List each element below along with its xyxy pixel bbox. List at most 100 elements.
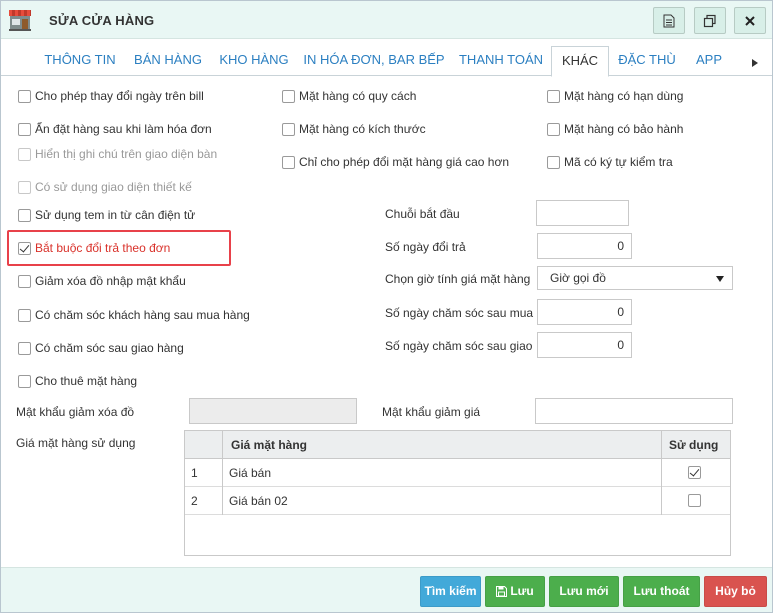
checkbox[interactable] (18, 374, 31, 388)
tab-scroll-right-icon[interactable] (752, 59, 758, 67)
save-button-label: Lưu (510, 584, 534, 598)
checkbox[interactable] (18, 208, 31, 222)
option-label: Mặt hàng có bảo hành (564, 122, 684, 136)
checkbox[interactable] (547, 122, 560, 136)
option-design-interface: Có sử dụng giao diện thiết kế (18, 178, 192, 196)
care-after-buy-label: Số ngày chăm sóc sau mua (385, 306, 534, 320)
option-hide-order-after-invoice[interactable]: Ẩn đặt hàng sau khi làm hóa đơn (18, 120, 212, 138)
restore-window-icon (703, 14, 716, 27)
option-delete-requires-password[interactable]: Giảm xóa đồ nhập mật khẩu (18, 272, 186, 290)
tab-print-invoice[interactable]: IN HÓA ĐƠN, BAR BẾP (301, 46, 447, 76)
checkbox[interactable] (18, 308, 31, 322)
checkbox[interactable] (547, 89, 560, 103)
floppy-disk-icon (496, 586, 508, 597)
option-label: Hiển thị ghi chú trên giao diện bàn (35, 147, 218, 161)
option-label: Có chăm sóc sau giao hàng (35, 341, 184, 355)
column-divider (661, 431, 662, 515)
save-exit-button[interactable]: Lưu thoát (623, 576, 700, 607)
close-icon (745, 15, 755, 26)
checkbox[interactable] (18, 274, 31, 288)
price-table: Giá mặt hàng Sử dụng 1 Giá bán 2 Giá bán… (184, 430, 731, 556)
option-show-table-notes: Hiển thị ghi chú trên giao diện bàn (18, 145, 217, 163)
checkbox[interactable] (282, 155, 295, 169)
column-divider (222, 431, 223, 515)
chevron-down-icon (716, 276, 724, 282)
tab-sales[interactable]: BÁN HÀNG (128, 46, 208, 76)
discount-password-input[interactable] (535, 398, 733, 424)
option-label: Cho phép thay đổi ngày trên bill (35, 89, 204, 103)
return-days-label: Số ngày đổi trả (385, 240, 466, 254)
delete-password-label: Mật khẩu giảm xóa đồ (16, 405, 135, 419)
checkbox[interactable] (18, 122, 31, 136)
option-label: Bắt buộc đổi trả theo đơn (35, 241, 171, 255)
column-header-used: Sử dụng (669, 438, 719, 452)
option-customer-care-after-purchase[interactable]: Có chăm sóc khách hàng sau mua hàng (18, 306, 250, 324)
option-label: Mặt hàng có kích thước (299, 122, 426, 136)
option-label: Mặt hàng có quy cách (299, 89, 417, 103)
search-button-label: Tìm kiếm (424, 584, 477, 598)
checkbox[interactable] (282, 122, 295, 136)
option-care-after-delivery[interactable]: Có chăm sóc sau giao hàng (18, 339, 184, 357)
option-label: Sử dụng tem in từ cân điện tử (35, 208, 196, 222)
dialog-title: SỬA CỬA HÀNG (49, 13, 155, 28)
care-after-ship-input[interactable] (537, 332, 632, 358)
cancel-button-label: Hủy bỏ (715, 584, 756, 598)
start-string-label: Chuỗi bắt đầu (385, 207, 460, 221)
restore-button[interactable] (694, 7, 726, 34)
option-label: Cho thuê mặt hàng (35, 374, 138, 388)
option-label: Chỉ cho phép đổi mặt hàng giá cao hơn (299, 155, 510, 169)
tab-info[interactable]: THÔNG TIN (39, 46, 121, 76)
checkbox-checked[interactable] (18, 241, 31, 255)
price-name: Giá bán (229, 466, 272, 480)
option-rent-items[interactable]: Cho thuê mặt hàng (18, 372, 137, 390)
start-string-input[interactable] (536, 200, 629, 226)
tab-warehouse[interactable]: KHO HÀNG (215, 46, 293, 76)
price-time-label: Chọn giờ tính giá mặt hàng (385, 272, 531, 286)
store-icon (9, 10, 31, 31)
cancel-button[interactable]: Hủy bỏ (704, 576, 767, 607)
column-header-price: Giá mặt hàng (231, 438, 308, 452)
option-label: Giảm xóa đồ nhập mật khẩu (35, 274, 186, 288)
price-name: Giá bán 02 (229, 494, 288, 508)
option-scale-label-printing[interactable]: Sử dụng tem in từ cân điện tử (18, 206, 195, 224)
discount-password-label: Mật khẩu giảm giá (382, 405, 481, 419)
care-after-buy-input[interactable] (537, 299, 632, 325)
row-number: 1 (191, 466, 198, 480)
price-table-label: Giá mặt hàng sử dụng (16, 436, 136, 450)
table-row[interactable]: 2 Giá bán 02 (185, 487, 730, 515)
close-button[interactable] (734, 7, 766, 34)
checkbox (18, 147, 31, 161)
checkbox[interactable] (547, 155, 560, 169)
tab-payment[interactable]: THANH TOÁN (454, 46, 548, 76)
tab-app[interactable]: APP (689, 46, 729, 76)
option-label: Có chăm sóc khách hàng sau mua hàng (35, 308, 250, 322)
used-checkbox[interactable] (688, 494, 701, 507)
title-bar: SỬA CỬA HÀNG (1, 1, 772, 39)
used-checkbox-checked[interactable] (688, 466, 701, 479)
price-time-select[interactable]: Giờ gọi đồ (537, 266, 733, 290)
document-icon (663, 14, 675, 27)
care-after-ship-label: Số ngày chăm sóc sau giao (385, 339, 533, 353)
checkbox[interactable] (18, 341, 31, 355)
table-row[interactable]: 1 Giá bán (185, 459, 730, 487)
row-number: 2 (191, 494, 198, 508)
option-change-bill-date[interactable]: Cho phép thay đổi ngày trên bill (18, 87, 204, 105)
option-item-size[interactable]: Mặt hàng có kích thước (282, 120, 426, 138)
checkbox[interactable] (18, 89, 31, 103)
return-days-input[interactable] (537, 233, 632, 259)
search-button[interactable]: Tìm kiếm (420, 576, 481, 607)
save-new-button[interactable]: Lưu mới (549, 576, 619, 607)
tab-other[interactable]: KHÁC (551, 46, 609, 77)
document-button[interactable] (653, 7, 685, 34)
option-exchange-higher-price-only[interactable]: Chỉ cho phép đổi mặt hàng giá cao hơn (282, 153, 509, 171)
option-item-warranty[interactable]: Mặt hàng có bảo hành (547, 120, 683, 138)
tab-special[interactable]: ĐẶC THÙ (613, 46, 681, 76)
save-new-button-label: Lưu mới (559, 584, 609, 598)
footer-bar: Tìm kiếm Lưu Lưu mới Lưu thoát Hủy bỏ (1, 567, 772, 612)
option-check-digit-code[interactable]: Mã có ký tự kiểm tra (547, 153, 673, 171)
option-mandatory-return-by-order[interactable]: Bắt buộc đổi trả theo đơn (18, 239, 170, 257)
option-item-expiry[interactable]: Mặt hàng có hạn dùng (547, 87, 683, 105)
checkbox[interactable] (282, 89, 295, 103)
option-item-specification[interactable]: Mặt hàng có quy cách (282, 87, 416, 105)
save-button[interactable]: Lưu (485, 576, 545, 607)
